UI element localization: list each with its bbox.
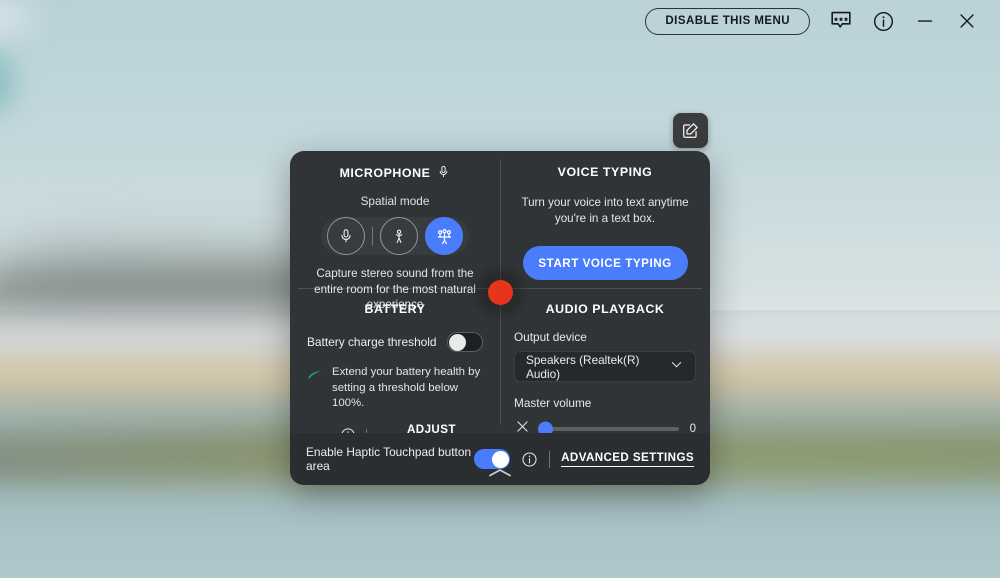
advanced-settings-link[interactable]: ADVANCED SETTINGS <box>561 451 694 467</box>
output-device-label: Output device <box>514 330 587 344</box>
voice-typing-title: VOICE TYPING <box>557 165 653 179</box>
spatial-mode-label: Spatial mode <box>360 194 430 208</box>
edit-pencil-square-icon[interactable] <box>673 113 708 148</box>
battery-tip-text: Extend your battery health by setting a … <box>332 366 481 409</box>
leaf-icon <box>306 368 323 390</box>
lenovo-quick-settings-panel: MICROPHONE Spatial mode Capture stereo s… <box>290 151 710 485</box>
start-voice-typing-button[interactable]: START VOICE TYPING <box>522 246 688 280</box>
battery-threshold-toggle[interactable] <box>447 332 483 352</box>
feedback-stars-icon[interactable] <box>820 0 862 42</box>
toggle-knob <box>491 450 509 468</box>
output-device-dropdown[interactable]: Speakers (Realtek(R) Audio) <box>514 351 696 382</box>
microphone-title: MICROPHONE <box>304 165 486 181</box>
master-volume-track[interactable] <box>538 421 679 437</box>
battery-threshold-row: Battery charge threshold <box>304 332 486 352</box>
haptic-touchpad-label: Enable Haptic Touchpad button area <box>306 445 472 473</box>
microphone-mode-selector <box>321 217 469 255</box>
voice-typing-section: VOICE TYPING Turn your voice into text a… <box>500 151 710 288</box>
minimize-icon[interactable] <box>904 0 946 42</box>
mic-mode-single-person-button[interactable] <box>380 217 418 255</box>
microphone-title-text: MICROPHONE <box>339 166 431 180</box>
disable-this-menu-button[interactable]: DISABLE THIS MENU <box>645 7 810 35</box>
chevron-up-icon[interactable] <box>480 466 520 480</box>
mic-mode-standard-button[interactable] <box>327 217 365 255</box>
battery-section: BATTERY Battery charge threshold Extend … <box>290 288 500 452</box>
battery-tip: Extend your battery health by setting a … <box>304 365 486 412</box>
mic-mode-spatial-button[interactable] <box>425 217 463 255</box>
chevron-down-icon <box>669 357 684 377</box>
window-titlebar: DISABLE THIS MENU <box>0 0 1000 42</box>
wallpaper-water-bottom <box>0 520 1000 578</box>
bottom-settings-bar: Enable Haptic Touchpad button area ADVAN… <box>290 433 710 485</box>
audio-playback-title: AUDIO PLAYBACK <box>545 302 665 316</box>
mode-separator <box>372 226 373 246</box>
microphone-icon <box>437 165 450 181</box>
battery-title: BATTERY <box>364 302 426 316</box>
info-circle-icon[interactable] <box>862 0 904 42</box>
info-circle-icon[interactable] <box>521 451 538 468</box>
battery-threshold-label: Battery charge threshold <box>307 335 437 349</box>
voice-typing-description: Turn your voice into text anytime you're… <box>521 196 689 225</box>
bottom-separator <box>549 450 551 468</box>
settings-quadrant-grid: MICROPHONE Spatial mode Capture stereo s… <box>290 151 710 452</box>
close-icon[interactable] <box>946 0 988 42</box>
microphone-section: MICROPHONE Spatial mode Capture stereo s… <box>290 151 500 311</box>
wallpaper-blue-accent <box>0 50 30 120</box>
audio-playback-section: AUDIO PLAYBACK Output device Speakers (R… <box>500 288 710 437</box>
master-volume-label: Master volume <box>514 396 592 410</box>
output-device-value: Speakers (Realtek(R) Audio) <box>526 352 640 381</box>
toggle-knob <box>449 334 466 351</box>
